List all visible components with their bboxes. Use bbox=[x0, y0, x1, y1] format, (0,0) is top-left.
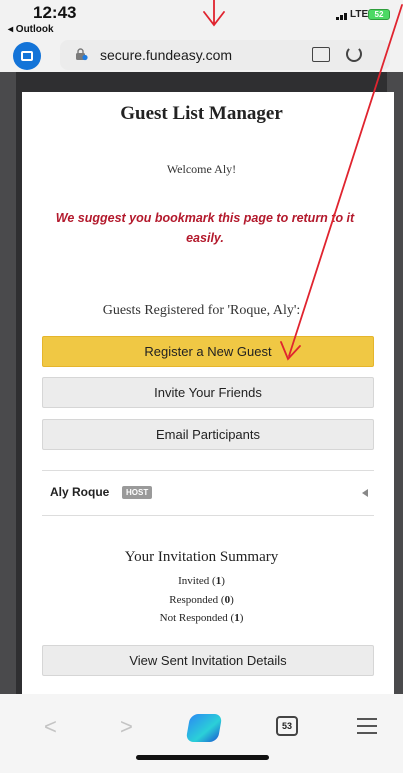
register-new-guest-button[interactable]: Register a New Guest bbox=[42, 336, 374, 367]
not-responded-count-line: Not Responded (1) bbox=[159, 612, 244, 624]
host-badge: HOST bbox=[122, 486, 153, 499]
reader-mode-icon[interactable] bbox=[312, 47, 330, 62]
tabs-count-button[interactable]: 53 bbox=[276, 716, 298, 736]
url-field[interactable]: secure.fundeasy.com bbox=[60, 40, 390, 70]
page-title: Guest List Manager bbox=[120, 103, 283, 124]
back-to-app-link[interactable]: ◂ Outlook bbox=[8, 24, 54, 35]
home-indicator bbox=[136, 755, 269, 760]
divider bbox=[42, 515, 374, 516]
signal-icon bbox=[336, 13, 347, 20]
copilot-icon[interactable] bbox=[185, 714, 223, 742]
network-label: LTE bbox=[350, 9, 369, 20]
guest-row-host[interactable]: Aly Roque HOST bbox=[42, 477, 374, 511]
site-security-icon bbox=[76, 48, 88, 61]
expand-caret-icon[interactable] bbox=[362, 489, 368, 497]
phone-screen: 12:43 ◂ Outlook LTE 52 secure.fundeasy.c… bbox=[0, 0, 403, 773]
divider bbox=[42, 470, 374, 471]
invited-count-line: Invited (1) bbox=[178, 575, 225, 587]
welcome-text: Welcome Aly! bbox=[166, 162, 237, 176]
browser-toolbar: < > 53 bbox=[0, 694, 403, 773]
reload-icon[interactable] bbox=[346, 46, 362, 62]
invitation-summary-title: Your Invitation Summary bbox=[124, 549, 279, 565]
forward-arrow-icon[interactable]: > bbox=[120, 714, 133, 740]
email-participants-button[interactable]: Email Participants bbox=[42, 419, 374, 450]
responded-count-line: Responded (0) bbox=[169, 594, 234, 606]
outlook-app-icon[interactable] bbox=[13, 42, 41, 70]
battery-icon: 52 bbox=[368, 9, 390, 20]
menu-icon[interactable] bbox=[357, 718, 377, 739]
guests-registered-heading: Guests Registered for 'Roque, Aly': bbox=[102, 303, 301, 318]
status-bar: 12:43 ◂ Outlook LTE 52 bbox=[0, 0, 403, 38]
bookmark-notice: We suggest you bookmark this page to ret… bbox=[55, 211, 355, 245]
browser-address-bar: secure.fundeasy.com bbox=[0, 38, 403, 72]
invite-friends-button[interactable]: Invite Your Friends bbox=[42, 377, 374, 408]
view-sent-invitation-details-button[interactable]: View Sent Invitation Details bbox=[42, 645, 374, 676]
clock: 12:43 bbox=[33, 3, 77, 22]
url-text: secure.fundeasy.com bbox=[100, 47, 233, 63]
back-arrow-icon[interactable]: < bbox=[44, 714, 57, 740]
guest-name: Aly Roque bbox=[50, 485, 110, 499]
